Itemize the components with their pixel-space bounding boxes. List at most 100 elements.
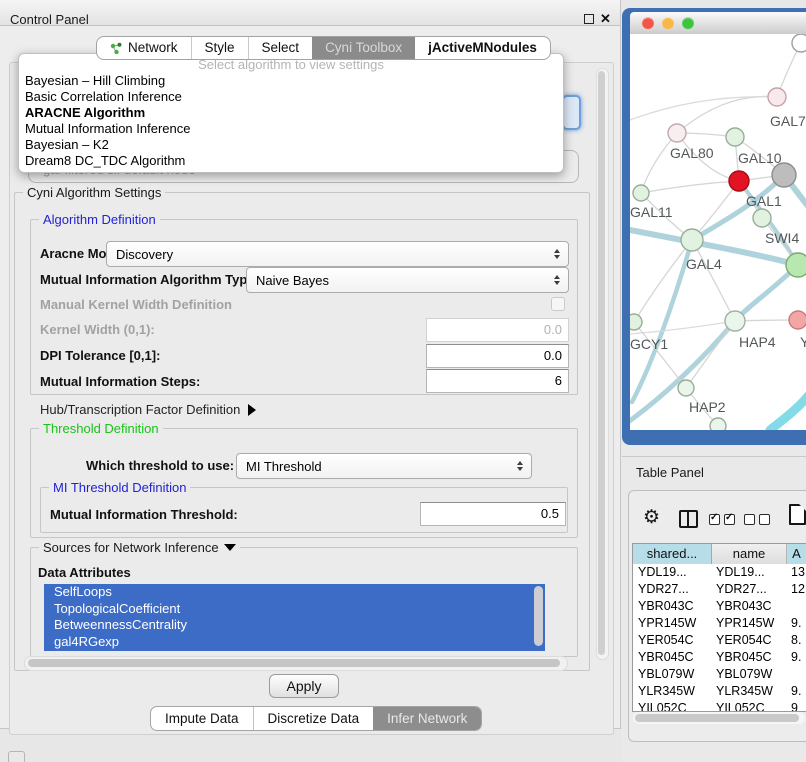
- data-attribute-item[interactable]: TopologicalCoefficient: [44, 601, 545, 618]
- manual-kernel-width-checkbox[interactable]: [551, 297, 565, 311]
- table-row[interactable]: YBR045CYBR045C9.: [633, 649, 806, 666]
- table-row[interactable]: YDR27...YDR27...12: [633, 581, 806, 598]
- network-node[interactable]: [678, 380, 694, 396]
- node-attribute-table[interactable]: shared... name A YDL19...YDL19...13YDR27…: [632, 543, 806, 712]
- table-cell: [786, 666, 806, 683]
- algorithm-option[interactable]: Bayesian – Hill Climbing: [19, 73, 563, 89]
- select-all-columns-icon[interactable]: [709, 514, 735, 525]
- mi-threshold-field[interactable]: 0.5: [420, 502, 566, 526]
- data-attribute-item[interactable]: BetweennessCentrality: [44, 617, 545, 634]
- scrollbar-thumb[interactable]: [28, 659, 560, 667]
- column-header-name[interactable]: name: [712, 544, 787, 564]
- network-edge[interactable]: [634, 240, 692, 322]
- algorithm-option[interactable]: Bayesian – K2: [19, 137, 563, 153]
- table-row[interactable]: YBR043CYBR043C: [633, 598, 806, 615]
- network-node[interactable]: [633, 185, 649, 201]
- mi-steps-field[interactable]: 6: [426, 369, 569, 393]
- network-edge[interactable]: [677, 96, 777, 133]
- network-node[interactable]: [753, 209, 771, 227]
- tab-infer-network[interactable]: Infer Network: [373, 707, 481, 730]
- table-row[interactable]: YPR145WYPR145W9.: [633, 615, 806, 632]
- settings-horizontal-scrollbar[interactable]: [24, 656, 568, 671]
- network-node[interactable]: [789, 311, 806, 329]
- network-node[interactable]: [668, 124, 686, 142]
- split-columns-icon[interactable]: [679, 510, 698, 528]
- dpi-tolerance-field[interactable]: 0.0: [426, 344, 569, 368]
- collapsed-panel-icon[interactable]: [8, 751, 25, 762]
- network-node-label: GAL10: [738, 150, 782, 166]
- deselect-all-columns-icon[interactable]: [744, 514, 770, 525]
- sources-title[interactable]: Sources for Network Inference: [39, 540, 240, 555]
- zoom-traffic-light-icon[interactable]: [682, 17, 694, 29]
- algorithm-dropdown-popup: Select algorithm to view settings Bayesi…: [18, 53, 564, 173]
- network-node[interactable]: [710, 418, 726, 430]
- network-view-canvas[interactable]: GAL7GAL80GAL10GAL1GAL11SWI4GAL4GCY1HAP4Y…: [630, 34, 806, 430]
- algorithm-option[interactable]: Basic Correlation Inference: [19, 89, 563, 105]
- mi-algorithm-type-select[interactable]: Naive Bayes: [246, 267, 569, 293]
- float-window-icon[interactable]: [584, 14, 594, 24]
- network-graph-icon: [110, 42, 123, 55]
- algorithm-option[interactable]: Dream8 DC_TDC Algorithm: [19, 153, 563, 169]
- kernel-width-field[interactable]: 0.0: [426, 318, 569, 342]
- network-node[interactable]: [792, 34, 806, 52]
- table-row[interactable]: YBL079WYBL079W: [633, 666, 806, 683]
- network-node-label: HAP2: [689, 399, 726, 415]
- network-node[interactable]: [729, 171, 749, 191]
- tab-cyni-toolbox[interactable]: Cyni Toolbox: [312, 37, 415, 59]
- close-traffic-light-icon[interactable]: [642, 17, 654, 29]
- algorithm-option[interactable]: ARACNE Algorithm: [19, 105, 563, 121]
- network-edge[interactable]: [630, 97, 777, 120]
- column-header-partial[interactable]: A: [787, 544, 806, 564]
- tab-discretize-data[interactable]: Discretize Data: [253, 707, 374, 730]
- table-row[interactable]: YDL19...YDL19...13: [633, 564, 806, 581]
- network-window-titlebar[interactable]: [630, 12, 806, 35]
- tab-jactivemnodules[interactable]: jActiveMNodules: [415, 37, 550, 59]
- network-node[interactable]: [772, 163, 796, 187]
- network-node[interactable]: [681, 229, 703, 251]
- collapse-down-icon: [224, 544, 236, 551]
- table-cell: YER054C: [711, 632, 786, 649]
- tab-network[interactable]: Network: [97, 37, 191, 59]
- which-threshold-select[interactable]: MI Threshold: [236, 453, 532, 479]
- tab-impute-data[interactable]: Impute Data: [151, 707, 253, 730]
- table-cell: YPR145W: [711, 615, 786, 632]
- scrollbar-thumb[interactable]: [598, 71, 605, 655]
- table-cell: YDL19...: [711, 564, 786, 581]
- data-attribute-item[interactable]: SelfLoops: [44, 584, 545, 601]
- network-node-label: SWI4: [765, 230, 799, 246]
- network-edge[interactable]: [641, 181, 739, 193]
- network-edge[interactable]: [686, 321, 735, 388]
- close-icon[interactable]: ✕: [600, 11, 611, 27]
- hub-definition-toggle[interactable]: Hub/Transcription Factor Definition: [40, 402, 256, 417]
- list-scrollbar-thumb[interactable]: [534, 586, 543, 646]
- table-cell: 8.: [786, 632, 806, 649]
- table-row[interactable]: YLR345WYLR345W9.: [633, 683, 806, 700]
- data-attributes-label: Data Attributes: [38, 565, 131, 580]
- aracne-mode-select[interactable]: Discovery: [106, 241, 569, 267]
- panel-vertical-scrollbar[interactable]: [596, 68, 609, 660]
- document-icon[interactable]: [789, 504, 806, 525]
- data-attribute-item[interactable]: gal4RGexp: [44, 634, 545, 651]
- table-row[interactable]: YER054CYER054C8.: [633, 632, 806, 649]
- algorithm-option[interactable]: Mutual Information Inference: [19, 121, 563, 137]
- focused-combo-fragment[interactable]: [562, 95, 581, 130]
- tab-select[interactable]: Select: [248, 37, 313, 59]
- table-row[interactable]: YIL052CYIL052C9: [633, 700, 806, 712]
- network-node[interactable]: [768, 88, 786, 106]
- gear-icon[interactable]: ⚙: [643, 506, 660, 529]
- minimize-traffic-light-icon[interactable]: [662, 17, 674, 29]
- network-edge[interactable]: [630, 321, 735, 334]
- column-header-shared[interactable]: shared...: [633, 544, 712, 564]
- combo-arrows-icon: [550, 249, 564, 259]
- table-horizontal-scrollbar[interactable]: [633, 712, 805, 724]
- tab-style[interactable]: Style: [191, 37, 248, 59]
- data-attributes-list[interactable]: SelfLoopsTopologicalCoefficientBetweenne…: [44, 584, 545, 651]
- apply-button[interactable]: Apply: [269, 674, 339, 698]
- network-node[interactable]: [726, 128, 744, 146]
- network-edge[interactable]: [770, 396, 806, 430]
- network-edge[interactable]: [641, 133, 677, 193]
- network-node[interactable]: [725, 311, 745, 331]
- scrollbar-thumb[interactable]: [635, 714, 799, 722]
- network-node[interactable]: [786, 253, 806, 277]
- network-node[interactable]: [630, 314, 642, 330]
